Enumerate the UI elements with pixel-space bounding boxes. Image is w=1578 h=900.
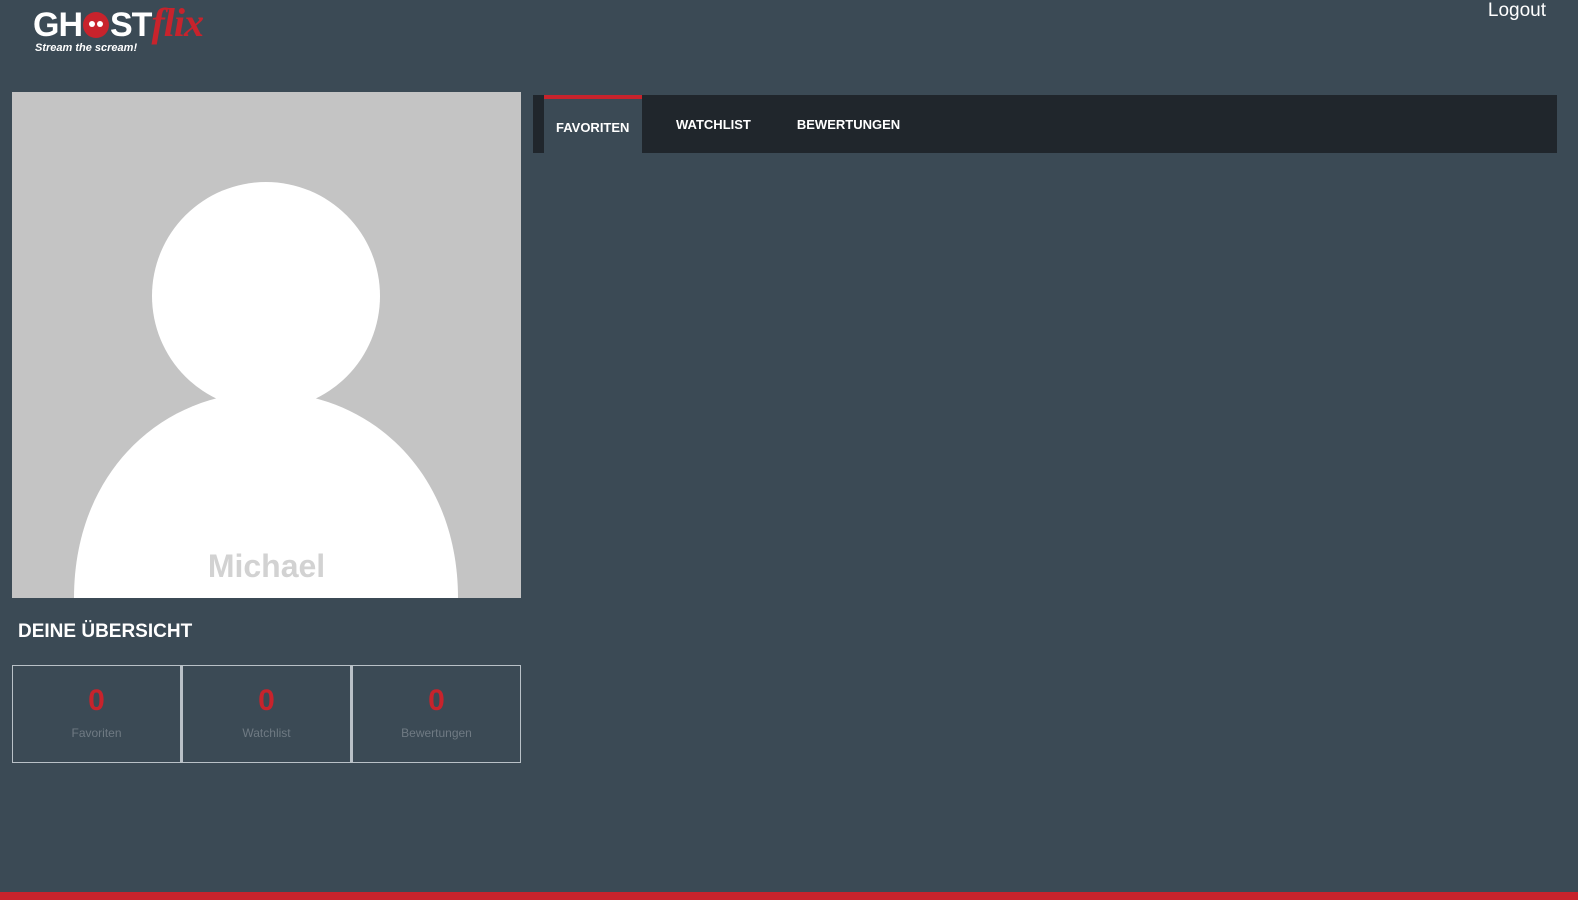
logout-link[interactable]: Logout bbox=[1488, 0, 1546, 22]
footer-accent-bar bbox=[0, 892, 1578, 900]
stat-bewertungen[interactable]: 0 Bewertungen bbox=[351, 665, 521, 763]
logo-wordmark: GH STflix bbox=[33, 0, 204, 46]
tab-watchlist[interactable]: WATCHLIST bbox=[664, 95, 763, 153]
stat-label: Favoriten bbox=[71, 726, 122, 740]
stat-value: 0 bbox=[428, 684, 445, 717]
overview-stats: 0 Favoriten 0 Watchlist 0 Bewertungen bbox=[12, 665, 521, 763]
stat-label: Bewertungen bbox=[401, 726, 472, 740]
profile-name: Michael bbox=[207, 548, 326, 584]
skull-icon bbox=[83, 12, 109, 38]
tab-favoriten[interactable]: FAVORITEN bbox=[544, 95, 642, 153]
logo-text-ghost: GH ST bbox=[33, 6, 152, 44]
stat-favoriten[interactable]: 0 Favoriten bbox=[12, 665, 181, 763]
header: GH STflix Stream the scream! Logout bbox=[0, 0, 1578, 80]
stat-value: 0 bbox=[258, 684, 275, 717]
ghostflix-logo[interactable]: GH STflix Stream the scream! bbox=[33, 2, 273, 56]
stat-watchlist[interactable]: 0 Watchlist bbox=[181, 665, 351, 763]
profile-tabs: FAVORITEN WATCHLIST BEWERTUNGEN bbox=[533, 95, 1557, 153]
tab-spacer bbox=[533, 95, 544, 153]
logo-tagline: Stream the scream! bbox=[35, 42, 138, 54]
tab-bewertungen[interactable]: BEWERTUNGEN bbox=[785, 95, 912, 153]
overview-title: DEINE ÜBERSICHT bbox=[18, 621, 193, 642]
stat-value: 0 bbox=[88, 684, 105, 717]
stat-label: Watchlist bbox=[242, 726, 291, 740]
user-silhouette-icon bbox=[74, 182, 458, 598]
profile-avatar-card: Michael bbox=[12, 92, 521, 598]
logo-text-flix: flix bbox=[151, 0, 204, 45]
